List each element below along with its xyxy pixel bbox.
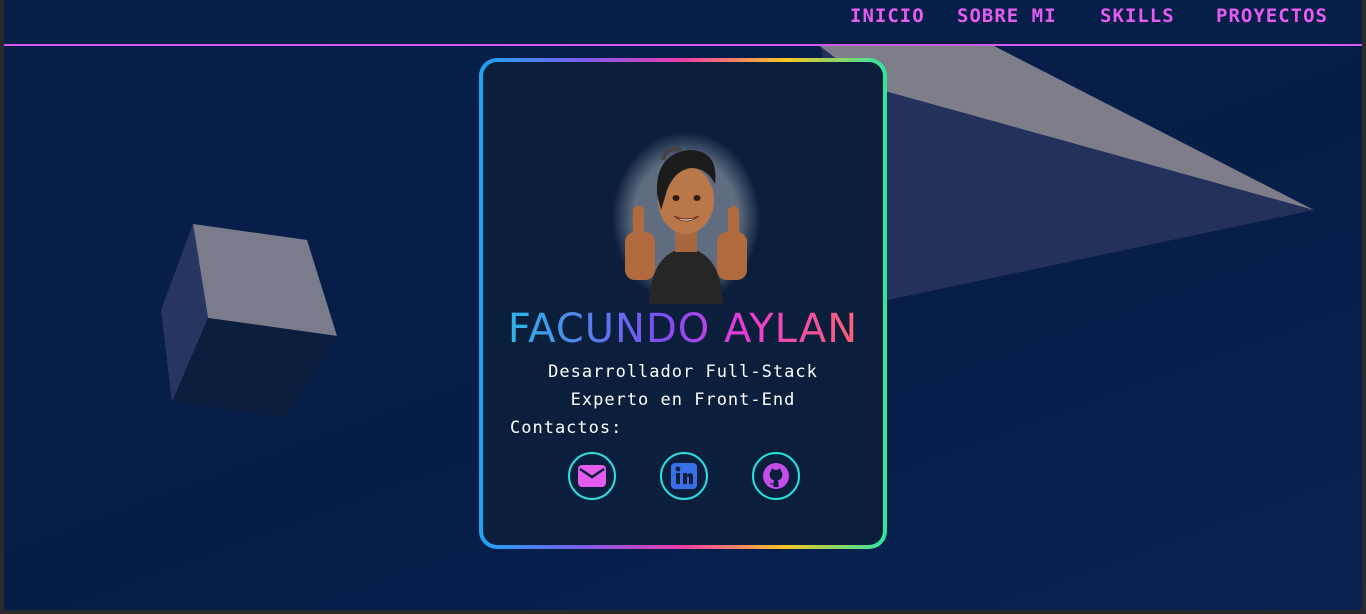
- linkedin-icon: [671, 463, 697, 489]
- nav-link-inicio[interactable]: INICIO: [850, 5, 925, 27]
- contacts-label: Contactos:: [510, 418, 623, 438]
- avatar-image: [612, 132, 760, 304]
- github-button[interactable]: [752, 452, 800, 500]
- linkedin-button[interactable]: [660, 452, 708, 500]
- github-icon: [763, 463, 789, 489]
- nav-link-proyectos[interactable]: PROYECTOS: [1216, 5, 1328, 27]
- page-frame: INICIO SOBRE MI SKILLS PROYECTOS FACUNDO…: [4, 0, 1362, 610]
- profile-specialty: Experto en Front-End: [570, 390, 796, 410]
- profile-role: Desarrollador Full-Stack: [548, 362, 818, 382]
- nav-link-skills[interactable]: SKILLS: [1100, 5, 1175, 27]
- profile-name: FACUNDO AYLAN: [483, 306, 883, 352]
- profile-card-border: FACUNDO AYLAN Desarrollador Full-Stack E…: [479, 58, 887, 549]
- profile-card: FACUNDO AYLAN Desarrollador Full-Stack E…: [483, 62, 883, 545]
- email-button[interactable]: [568, 452, 616, 500]
- envelope-icon: [578, 465, 606, 487]
- top-navigation: INICIO SOBRE MI SKILLS PROYECTOS: [4, 0, 1362, 46]
- cube-shape: [161, 224, 337, 418]
- nav-link-sobre-mi[interactable]: SOBRE MI: [957, 5, 1057, 27]
- paper-plane-shape: [820, 46, 1314, 300]
